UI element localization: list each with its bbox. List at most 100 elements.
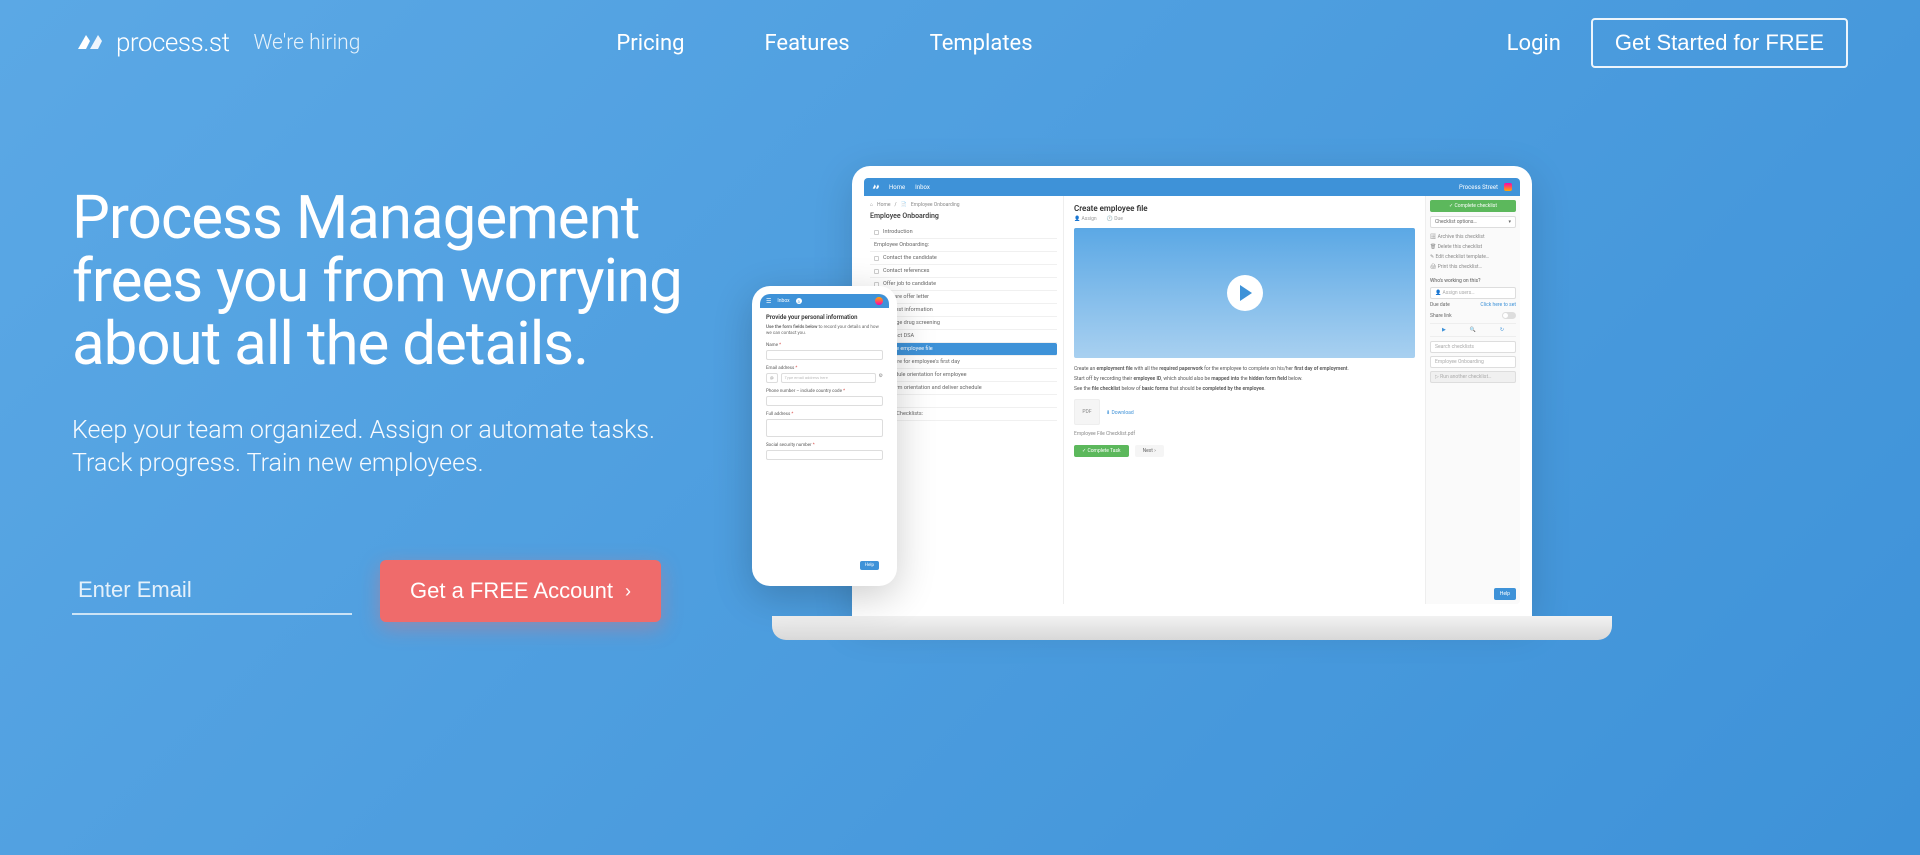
phone-input [766, 396, 883, 406]
meta-row: 👤 Assign 🕐 Due [1074, 216, 1415, 222]
field-label-email: Email address * [766, 366, 883, 371]
checkbox-icon [874, 230, 879, 235]
topbar-inbox: Inbox [915, 184, 930, 191]
task-label: Contact the candidate [883, 255, 937, 261]
hero-subtitle: Keep your team organized. Assign or auto… [72, 415, 712, 480]
header: process.st We're hiring Pricing Features… [0, 0, 1920, 86]
rightbar-link: 🗄 Archive this checklist [1430, 232, 1516, 242]
task-item: Arrange drug screening [870, 317, 1057, 330]
checkbox-icon [874, 269, 879, 274]
chevron-right-icon: › [1154, 448, 1156, 454]
avatar-icon [1504, 183, 1512, 191]
pdf-icon: PDF [1074, 399, 1100, 425]
complete-task-button: ✓ Complete Task [1074, 445, 1129, 457]
task-item: Introduction [870, 226, 1057, 239]
task-item: Contact DSA [870, 330, 1057, 343]
play-icon: ▷ [1435, 374, 1439, 380]
hiring-link[interactable]: We're hiring [253, 31, 360, 55]
main-text-1: Create an employment file with all the r… [1074, 366, 1415, 373]
due-date-row: Due dateClick here to set [1430, 302, 1516, 308]
ssn-input [766, 450, 883, 460]
check-icon: ✓ [1082, 448, 1086, 454]
hero-right: Home Inbox Process Street ⌂ Home / [752, 186, 1848, 686]
cta-button[interactable]: Get a FREE Account › [380, 560, 661, 622]
play-icon: ▶ [1442, 327, 1446, 333]
gear-icon: ⚙ [879, 373, 883, 383]
download-icon: ⬇ [1106, 410, 1110, 416]
avatar-icon [875, 297, 883, 305]
pdf-filename: Employee File Checklist.pdf [1074, 431, 1415, 437]
breadcrumb-sep: / [895, 202, 897, 208]
phone-section-title: Provide your personal information [766, 314, 883, 321]
help-button: Help [1494, 588, 1516, 600]
chevron-right-icon: › [625, 581, 631, 602]
badge: 3 [796, 298, 802, 304]
task-item: Employee Onboarding: [870, 239, 1057, 252]
nav-features[interactable]: Features [764, 31, 849, 56]
get-started-button[interactable]: Get Started for FREE [1591, 18, 1848, 68]
task-label: Introduction [883, 229, 913, 235]
task-item: Request information [870, 304, 1057, 317]
checkbox-icon [874, 256, 879, 261]
task-label: Employee Onboarding: [874, 242, 929, 248]
nav-right: Login Get Started for FREE [1507, 18, 1848, 68]
task-item: Prepare for employee's first day [870, 356, 1057, 369]
logo-text: process.st [116, 28, 229, 58]
field-label-phone: Phone number – include country code * [766, 389, 883, 394]
rightbar-link: 🗑 Delete this checklist [1430, 242, 1516, 252]
hero-title: Process Management frees you from worryi… [72, 186, 712, 375]
main-title: Create employee file [1074, 204, 1415, 213]
document-icon: 📄 [901, 202, 907, 208]
laptop-screen: Home Inbox Process Street ⌂ Home / [864, 178, 1520, 604]
name-input [766, 350, 883, 360]
nav-pricing[interactable]: Pricing [616, 31, 684, 56]
topbar-home: Home [889, 184, 905, 191]
refresh-icon: ↻ [1500, 327, 1504, 333]
hero-section: Process Management frees you from worryi… [0, 86, 1920, 726]
share-row: Share link [1430, 312, 1516, 319]
sidebar-title: Employee Onboarding [870, 212, 1057, 220]
breadcrumb-current: Employee Onboarding [911, 202, 960, 208]
email-input: Type email address here [781, 373, 876, 383]
email-input[interactable] [72, 567, 352, 615]
next-button: Next › [1135, 445, 1164, 457]
app-topbar: Home Inbox Process Street [864, 178, 1520, 196]
login-link[interactable]: Login [1507, 31, 1561, 56]
task-item: Confirm orientation and deliver schedule [870, 382, 1057, 395]
task-label: Contact references [883, 268, 929, 274]
main-text-3: See the file checklist below of basic fo… [1074, 386, 1415, 393]
archive-icon: 🗄 [1430, 234, 1436, 240]
hero-left: Process Management frees you from worryi… [72, 186, 712, 622]
logo-icon [72, 27, 104, 59]
email-prefix-icon: @ [766, 373, 778, 383]
address-input [766, 419, 883, 437]
check-icon: ✓ [1449, 203, 1453, 209]
cta-label: Get a FREE Account [410, 578, 613, 604]
phone-help-button: Help [860, 561, 879, 570]
logo[interactable]: process.st [72, 27, 229, 59]
video-thumbnail [1074, 228, 1415, 358]
app-logo-icon [872, 183, 879, 192]
options-select: Checklist options…▾ [1430, 216, 1516, 228]
task-list: Introduction Employee Onboarding: Contac… [870, 226, 1057, 421]
app-body: ⌂ Home / 📄 Employee Onboarding Employee … [864, 196, 1520, 604]
phone-screen: ☰ Inbox 3 Provide your personal informat… [760, 294, 889, 578]
play-triangle-icon [1240, 285, 1252, 301]
breadcrumb: ⌂ Home / 📄 Employee Onboarding [870, 202, 1057, 208]
laptop-mockup: Home Inbox Process Street ⌂ Home / [852, 166, 1532, 616]
menu-icon: ☰ [766, 298, 771, 305]
field-label-name: Name * [766, 343, 883, 348]
phone-footer: Help [760, 555, 889, 578]
nav-templates[interactable]: Templates [930, 31, 1033, 56]
phone-topbar: ☰ Inbox 3 [760, 294, 889, 308]
topbar-org: Process Street [1459, 184, 1498, 191]
pencil-icon: ✎ [1430, 254, 1434, 260]
task-item: Relevant Checklists: [870, 408, 1057, 421]
action-row: ✓ Complete Task Next › [1074, 445, 1415, 457]
working-title: Who's working on this? [1430, 278, 1516, 284]
toggle-icon [1502, 312, 1516, 319]
task-item: Sources: [870, 395, 1057, 408]
task-label: Confirm orientation and deliver schedule [883, 385, 982, 391]
signup-row: Get a FREE Account › [72, 560, 712, 622]
onboarding-item: Employee Onboarding [1430, 356, 1516, 368]
